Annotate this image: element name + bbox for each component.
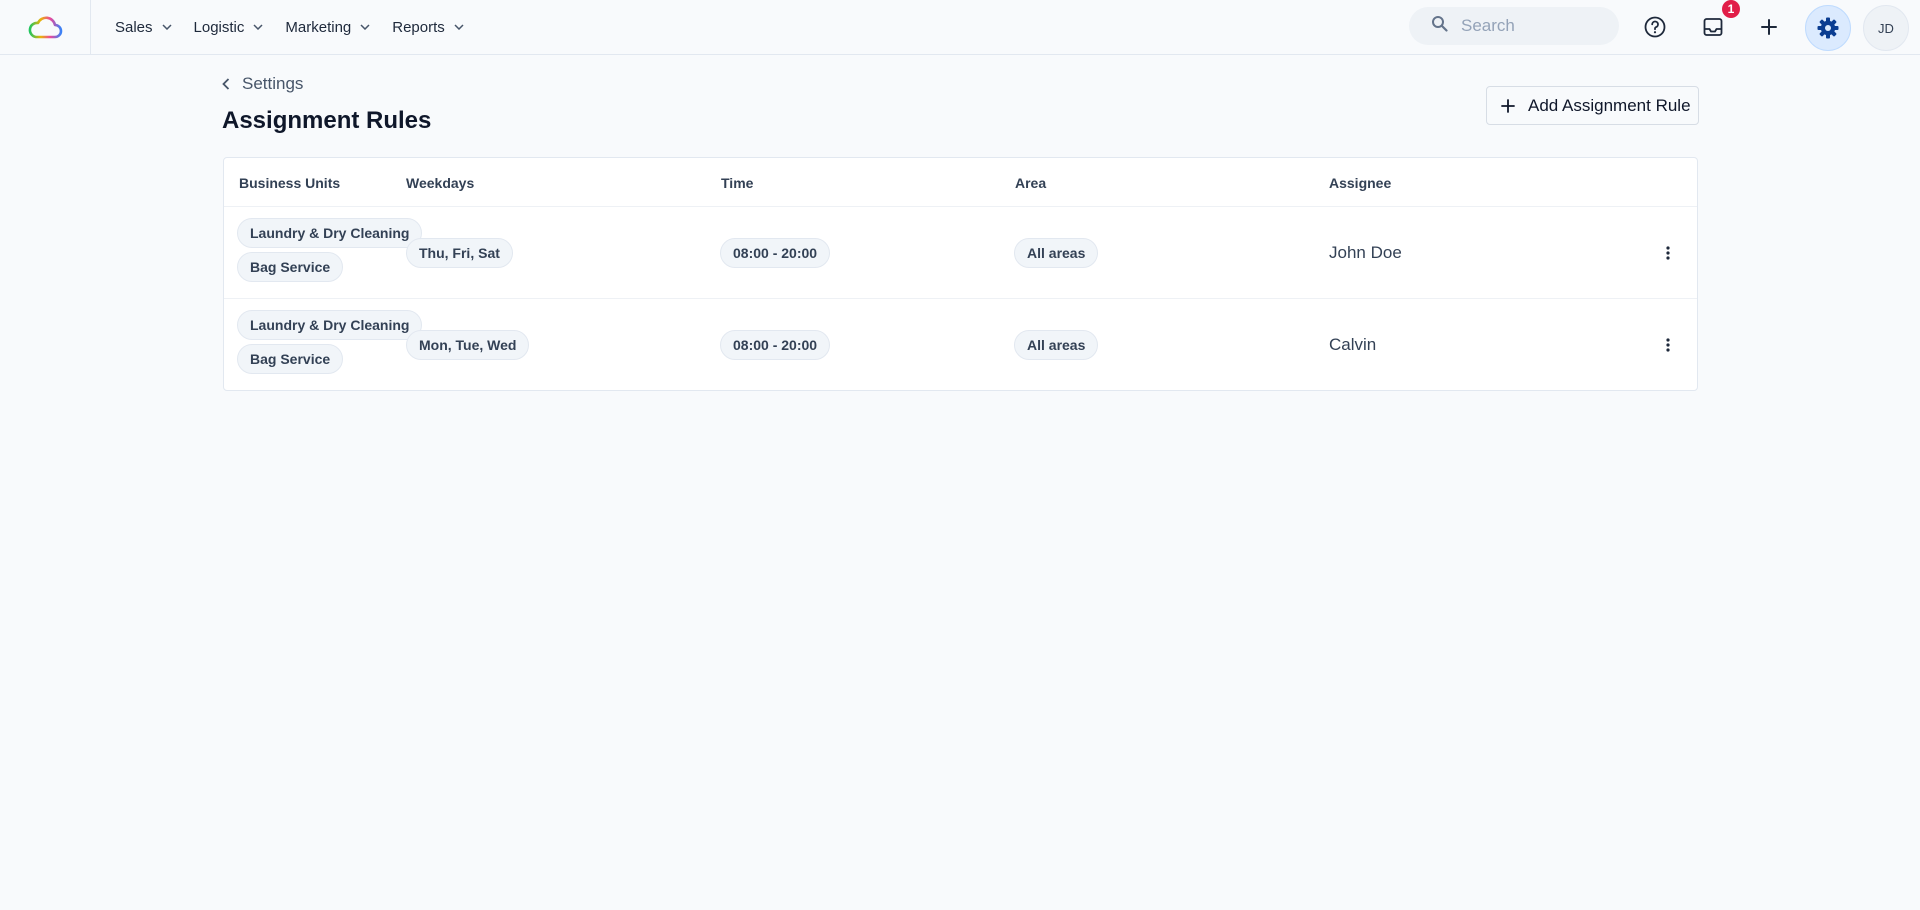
cloud-logo-icon xyxy=(28,16,63,39)
business-unit-chip: Bag Service xyxy=(237,344,344,374)
nav-reports[interactable]: Reports xyxy=(381,0,475,54)
area-chip: All areas xyxy=(1014,330,1099,360)
add-button-label: Add Assignment Rule xyxy=(1528,95,1691,115)
search-input[interactable] xyxy=(1461,16,1611,36)
nav-logistic[interactable]: Logistic xyxy=(183,0,275,54)
notification-badge: 1 xyxy=(1722,0,1740,18)
column-header-assignee: Assignee xyxy=(1329,175,1392,191)
chevron-down-icon xyxy=(360,24,370,30)
table-header: Business Units Weekdays Time Area Assign… xyxy=(224,158,1697,207)
row-actions-button[interactable] xyxy=(1656,333,1680,357)
nav-label: Sales xyxy=(115,18,153,36)
search-icon xyxy=(1431,15,1448,37)
plus-icon xyxy=(1501,98,1515,113)
gear-icon xyxy=(1817,17,1839,39)
chevron-down-icon xyxy=(253,24,263,30)
page-title: Assignment Rules xyxy=(222,107,432,134)
main-nav: Sales Logistic Marketing Reports xyxy=(104,0,475,54)
nav-label: Marketing xyxy=(285,18,352,36)
user-avatar[interactable]: JD xyxy=(1863,5,1909,51)
nav-label: Logistic xyxy=(193,18,245,36)
breadcrumb-label: Settings xyxy=(242,74,304,93)
business-unit-chip: Laundry & Dry Cleaning xyxy=(237,218,423,248)
more-vertical-icon xyxy=(1666,338,1670,352)
add-assignment-rule-button[interactable]: Add Assignment Rule xyxy=(1486,86,1699,125)
table-row[interactable]: Laundry & Dry Cleaning Bag Service Thu, … xyxy=(224,207,1697,299)
back-to-settings-link[interactable]: Settings xyxy=(222,74,303,94)
assignee-name: Calvin xyxy=(1329,335,1377,354)
weekdays-chip: Thu, Fri, Sat xyxy=(406,238,513,268)
inbox-icon xyxy=(1703,18,1723,36)
column-header-area: Area xyxy=(1015,175,1047,191)
table-row[interactable]: Laundry & Dry Cleaning Bag Service Mon, … xyxy=(224,299,1697,391)
assignee-name: John Doe xyxy=(1329,243,1402,262)
more-vertical-icon xyxy=(1666,246,1670,260)
chevron-down-icon xyxy=(162,24,172,30)
top-navigation-bar: Sales Logistic Marketing Reports 1 xyxy=(0,0,1920,55)
settings-button[interactable] xyxy=(1805,5,1851,51)
help-button[interactable] xyxy=(1636,8,1674,46)
chevron-left-icon xyxy=(222,78,230,90)
assignment-rules-table: Business Units Weekdays Time Area Assign… xyxy=(223,157,1698,391)
plus-icon xyxy=(1761,19,1777,35)
help-circle-icon xyxy=(1644,16,1666,38)
area-chip: All areas xyxy=(1014,238,1099,268)
create-button[interactable] xyxy=(1750,8,1788,46)
column-header-time: Time xyxy=(721,175,754,191)
nav-label: Reports xyxy=(392,18,445,36)
column-header-business-units: Business Units xyxy=(239,175,341,191)
business-unit-chip: Bag Service xyxy=(237,252,344,282)
search-box[interactable] xyxy=(1409,7,1619,45)
nav-sales[interactable]: Sales xyxy=(104,0,183,54)
business-unit-chip: Laundry & Dry Cleaning xyxy=(237,310,423,340)
time-chip: 08:00 - 20:00 xyxy=(720,238,831,268)
column-header-weekdays: Weekdays xyxy=(406,175,475,191)
nav-marketing[interactable]: Marketing xyxy=(274,0,381,54)
chevron-down-icon xyxy=(454,24,464,30)
time-chip: 08:00 - 20:00 xyxy=(720,330,831,360)
app-logo[interactable] xyxy=(0,0,91,54)
weekdays-chip: Mon, Tue, Wed xyxy=(406,330,530,360)
row-actions-button[interactable] xyxy=(1656,241,1680,265)
